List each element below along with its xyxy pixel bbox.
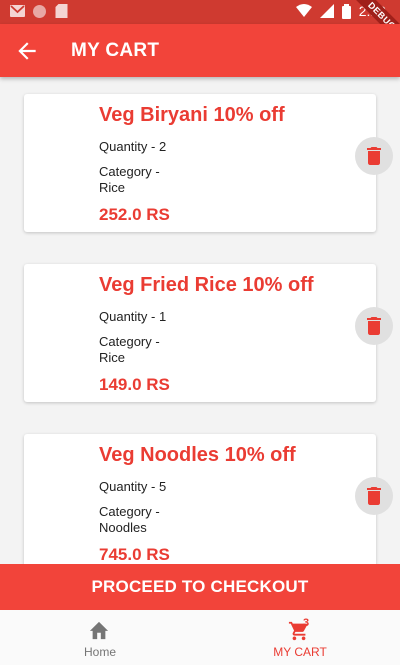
cart-item-card: Veg Biryani 10% off Quantity - 2 Categor… [24,94,376,232]
item-category: Category - Rice [99,164,160,196]
trash-icon [367,317,381,335]
page-title: MY CART [71,40,160,61]
nav-label-my-cart: MY CART [273,645,327,659]
nav-item-home[interactable]: Home [0,610,200,665]
nav-item-my-cart[interactable]: 3 MY CART [200,610,400,665]
nav-label-home: Home [83,645,116,659]
item-name: Veg Fried Rice 10% off [99,274,314,296]
delete-item-button[interactable] [355,477,393,515]
record-icon [33,4,46,18]
cart-item-card: Veg Fried Rice 10% off Quantity - 1 Cate… [24,264,376,402]
category-value: Rice [99,350,126,365]
item-quantity: Quantity - 1 [99,309,167,324]
trash-icon [367,147,381,165]
cart-count-badge: 3 [303,617,310,629]
trash-icon [367,487,381,505]
cart-item-card: Veg Noodles 10% off Quantity - 5 Categor… [24,434,376,564]
category-value: Noodles [99,520,147,535]
sd-card-icon [55,4,68,18]
item-quantity: Quantity - 5 [99,479,167,494]
item-category: Category - Rice [99,334,160,366]
delete-item-button[interactable] [355,307,393,345]
category-label: Category - [99,334,160,349]
item-name: Veg Noodles 10% off [99,444,296,466]
item-price: 149.0 RS [99,375,170,394]
home-icon [89,621,109,640]
bottom-nav: Home 3 MY CART [0,610,400,665]
wifi-icon [295,4,312,17]
item-quantity: Quantity - 2 [99,139,167,154]
category-label: Category - [99,164,160,179]
gmail-icon [10,5,25,17]
proceed-to-checkout-button[interactable]: PROCEED TO CHECKOUT [0,564,400,610]
item-name: Veg Biryani 10% off [99,104,285,126]
status-bar: 2:19 DEBUG [0,0,400,50]
category-value: Rice [99,180,126,195]
cart-list: Veg Biryani 10% off Quantity - 2 Categor… [0,77,400,564]
app-bar: MY CART [0,24,400,77]
signal-icon [319,4,334,18]
battery-icon [341,3,351,19]
item-price: 252.0 RS [99,205,170,224]
back-arrow-icon[interactable] [14,38,40,64]
item-price: 745.0 RS [99,545,170,564]
category-label: Category - [99,504,160,519]
delete-item-button[interactable] [355,137,393,175]
item-category: Category - Noodles [99,504,160,536]
